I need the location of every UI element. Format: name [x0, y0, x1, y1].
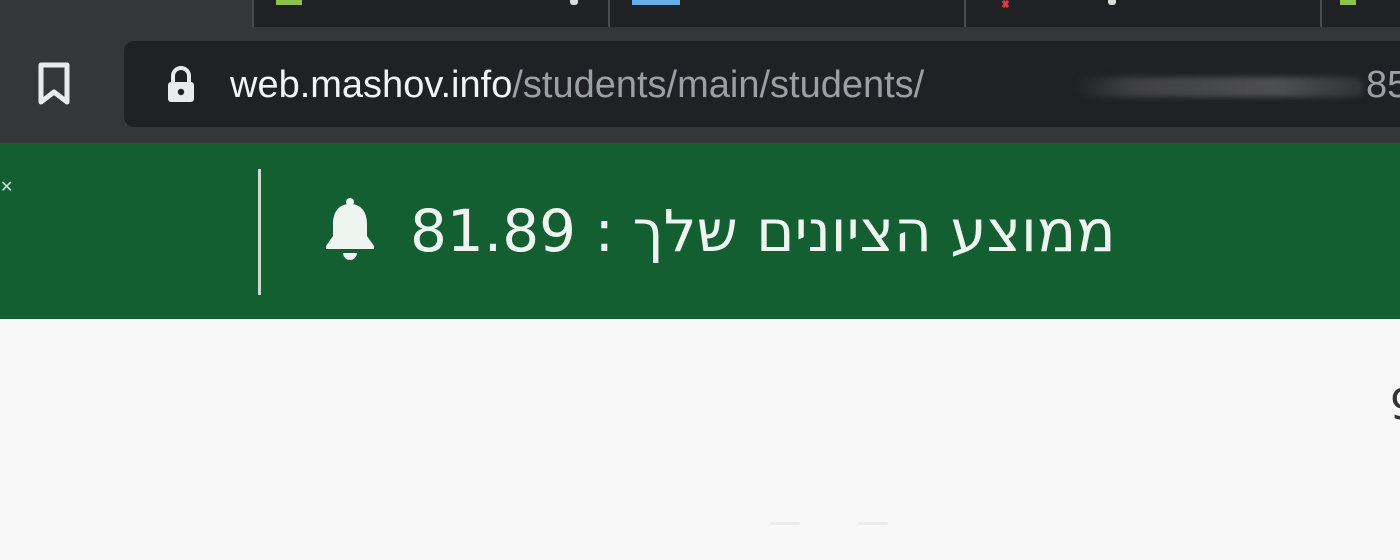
browser-tab[interactable]	[608, 0, 964, 27]
faint-mark	[770, 522, 800, 525]
lock-icon[interactable]	[164, 65, 198, 105]
tab-favicon	[1340, 0, 1356, 5]
tab-favicon	[998, 0, 1012, 6]
url-host: web.mashov.info	[230, 64, 513, 106]
bell-icon[interactable]	[322, 196, 378, 262]
browser-tab[interactable]	[964, 0, 1320, 27]
grade-average-banner: ✕ 81.89 : ממוצע הציונים שלך	[0, 143, 1400, 319]
address-bar[interactable]: web.mashov.info/students/main/students/ …	[124, 41, 1400, 127]
grade-average-separator: :	[594, 197, 615, 265]
tab-strip-empty-area	[0, 0, 252, 27]
browser-tab[interactable]	[252, 0, 608, 27]
faint-mark	[858, 522, 888, 525]
banner-divider	[258, 169, 261, 295]
address-url[interactable]: web.mashov.info/students/main/students/	[230, 61, 924, 109]
grade-average-value: 81.89	[410, 197, 577, 265]
tab-favicon	[276, 0, 302, 5]
bookmark-icon[interactable]	[36, 62, 72, 106]
url-path: /students/main/students/	[512, 64, 925, 106]
url-tail: 85	[1366, 64, 1400, 106]
banner-edge-mark: ✕	[0, 177, 14, 196]
grade-average-text: 81.89 : ממוצע הציונים שלך	[410, 191, 1116, 271]
browser-tab[interactable]	[1320, 0, 1400, 27]
tab-strip	[0, 0, 1400, 27]
tab-title-fragment	[1108, 0, 1116, 5]
redacted-url-segment	[1074, 77, 1364, 97]
content-text-fragment: 9	[1390, 380, 1400, 429]
browser-chrome: web.mashov.info/students/main/students/ …	[0, 0, 1400, 143]
tab-favicon	[632, 0, 680, 5]
tab-title-fragment	[570, 0, 578, 5]
grade-average-label: ממוצע הציונים שלך	[632, 197, 1116, 265]
